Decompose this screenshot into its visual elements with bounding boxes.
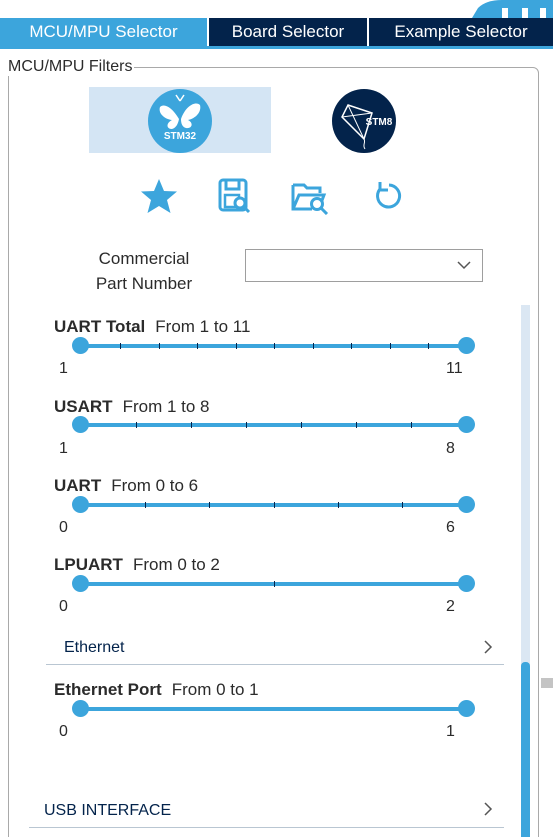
lpuart-max-value: 2 [446,598,455,615]
tab-bar: MCU/MPU Selector Board Selector Example … [0,18,553,49]
chevron-right-icon [484,640,493,654]
uart-total-slider-track[interactable] [81,343,467,349]
usb-interface-section-label: USB INTERFACE [44,802,172,819]
slider-tick [136,422,137,428]
slider-tick [402,502,403,508]
ethernet-port-min-thumb[interactable] [72,700,89,717]
slider-tick [274,502,275,508]
uart-label: UART [54,476,102,495]
usart-min-value: 1 [59,440,68,457]
uart-total-max-value: 11 [446,360,463,377]
uart-max-thumb[interactable] [458,496,475,513]
tab-underline [0,46,553,49]
slider-tick [301,422,302,428]
filters-frame [8,67,539,837]
lpuart-min-thumb[interactable] [72,575,89,592]
tab-example-selector[interactable]: Example Selector [369,18,553,46]
slider-tick [191,422,192,428]
usart-max-value: 8 [446,440,455,457]
slider-tick [159,343,160,349]
panel-resize-handle[interactable] [541,678,553,688]
slider-tick [356,422,357,428]
slider-tick [274,343,275,349]
lpuart-slider-track[interactable] [81,581,467,587]
open-folder-search-icon [291,183,329,215]
lpuart-min-value: 0 [59,598,68,615]
stm32-butterfly-logo-icon[interactable]: STM32 [148,89,212,153]
uart-total-range: From 1 to 11 [155,317,251,336]
tab-board-selector[interactable]: Board Selector [209,18,367,46]
usart-max-thumb[interactable] [458,416,475,433]
filters-legend: MCU/MPU Filters [6,58,135,76]
cpn-label-line2: Part Number [95,274,193,293]
uart-total-filter-title: UART Total From 1 to 11 [54,317,250,337]
commercial-part-number-dropdown[interactable] [245,249,483,282]
usart-label: USART [54,397,113,416]
chevron-right-icon [484,802,493,816]
chevron-down-icon [457,261,471,270]
uart-max-value: 6 [446,519,455,536]
slider-tick [390,343,391,349]
usart-range: From 1 to 8 [122,397,210,416]
stm8-kite-logo-icon[interactable]: STM8 [332,89,396,153]
ethernet-port-slider-track[interactable] [81,707,467,711]
slider-tick [313,343,314,349]
slider-tick [274,581,275,587]
ethernet-port-max-value: 1 [446,723,455,740]
reset-button[interactable] [368,176,408,216]
usart-filter-title: USART From 1 to 8 [54,397,209,417]
uart-filter-title: UART From 0 to 6 [54,476,198,496]
uart-min-thumb[interactable] [72,496,89,513]
slider-tick [351,343,352,349]
ethernet-section-header[interactable]: Ethernet [46,631,504,665]
ethernet-port-filter-title: Ethernet Port From 0 to 1 [54,680,259,700]
uart-slider-track[interactable] [81,502,467,508]
save-search-icon [218,178,251,214]
load-search-button[interactable] [290,176,330,216]
slider-tick [236,343,237,349]
scrollbar-thumb[interactable] [521,662,530,837]
slider-tick [209,502,210,508]
ethernet-port-label: Ethernet Port [54,680,162,699]
usart-slider-track[interactable] [81,422,467,428]
ethernet-port-min-value: 0 [59,723,68,740]
stm32-logo-text: STM32 [164,131,197,142]
uart-min-value: 0 [59,519,68,536]
slider-tick [197,343,198,349]
uart-total-label: UART Total [54,317,146,336]
lpuart-filter-title: LPUART From 0 to 2 [54,555,220,575]
commercial-part-number-label: Commercial Part Number [64,246,224,296]
stm8-logo-text: STM8 [366,117,393,128]
usb-interface-section-header[interactable]: USB INTERFACE [29,794,504,828]
lpuart-max-thumb[interactable] [458,575,475,592]
uart-total-min-thumb[interactable] [72,337,89,354]
slider-tick [145,502,146,508]
slider-tick [246,422,247,428]
slider-tick [120,343,121,349]
uart-range: From 0 to 6 [111,476,199,495]
ethernet-port-max-thumb[interactable] [458,700,475,717]
slider-tick [338,502,339,508]
ethernet-port-range: From 0 to 1 [171,680,259,699]
slider-tick [411,422,412,428]
ethernet-section-label: Ethernet [64,639,125,656]
header-deco [472,0,553,18]
lpuart-label: LPUART [54,555,123,574]
reset-icon [376,182,402,209]
uart-total-min-value: 1 [59,360,68,377]
usart-min-thumb[interactable] [72,416,89,433]
star-icon [141,179,177,213]
tab-mcu-mpu-selector[interactable]: MCU/MPU Selector [0,18,207,46]
uart-total-max-thumb[interactable] [458,337,475,354]
lpuart-range: From 0 to 2 [132,555,220,574]
cpn-label-line1: Commercial [98,249,190,268]
save-search-button[interactable] [214,176,254,216]
favorites-button[interactable] [139,176,179,216]
slider-tick [428,343,429,349]
